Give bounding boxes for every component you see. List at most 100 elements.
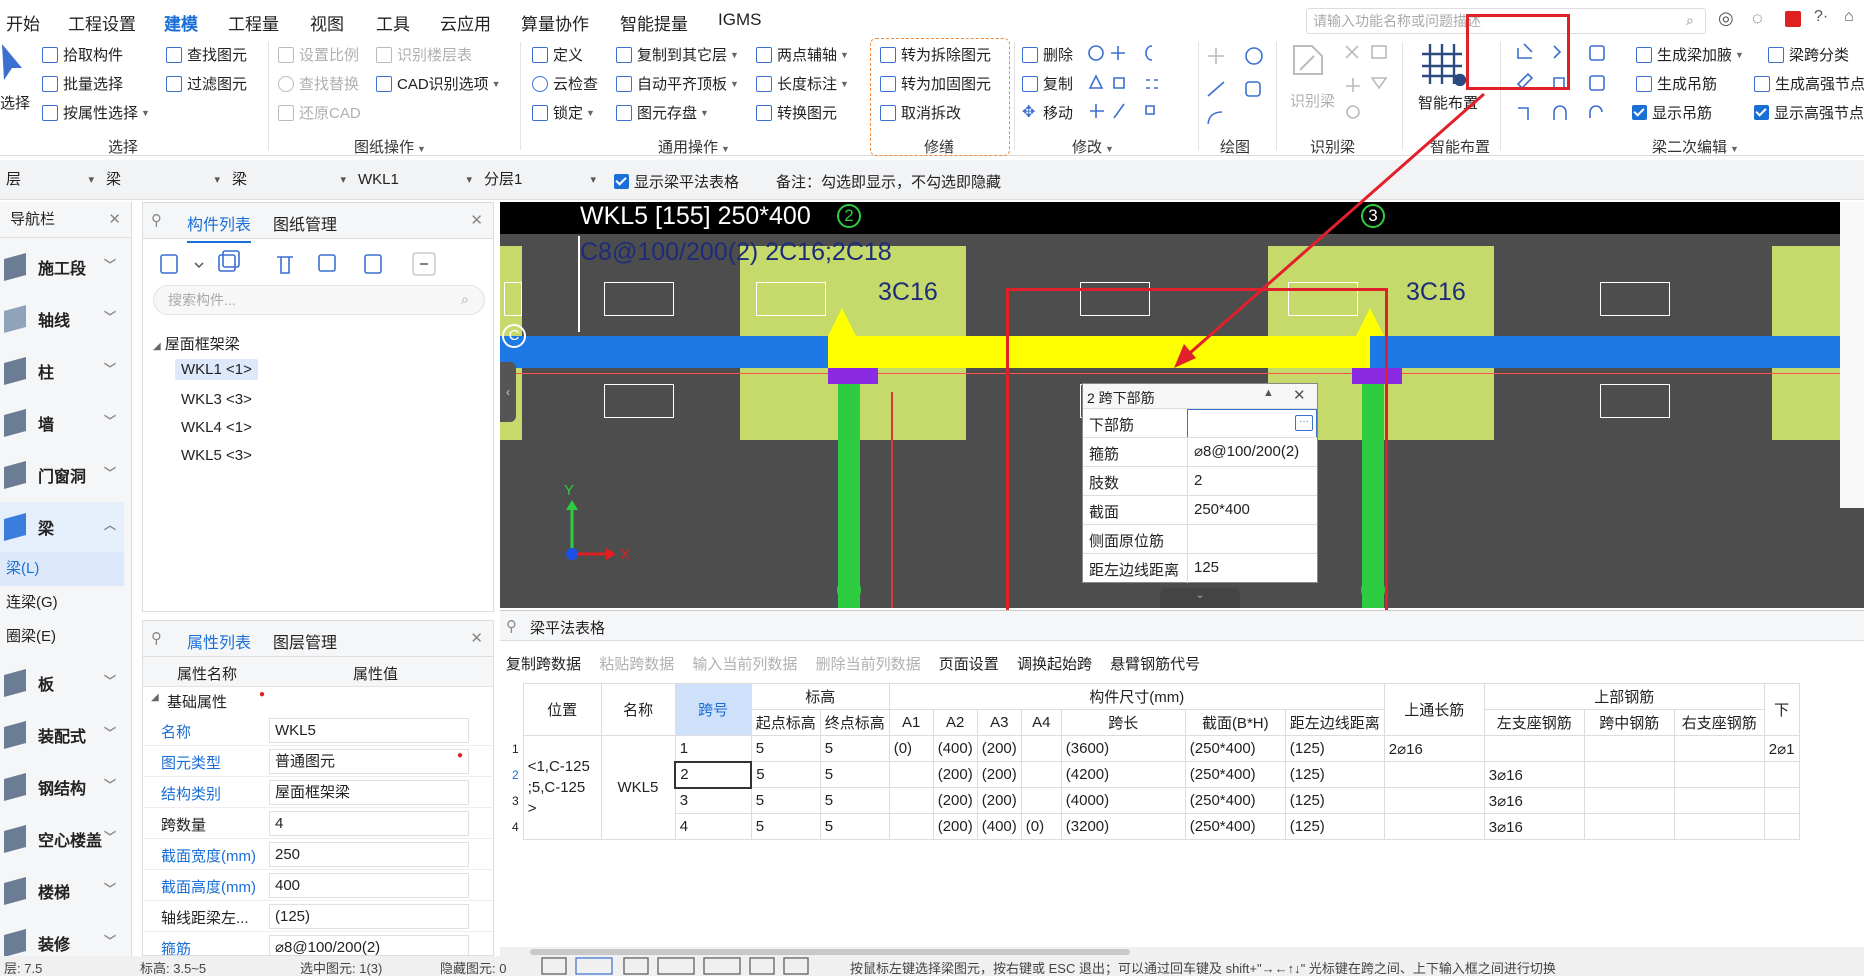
select-by-attr-button[interactable]: 按属性选择 ▼ xyxy=(42,102,150,123)
attr-value-height[interactable]: 400 xyxy=(269,873,469,898)
show-hanger-checkbox[interactable]: 显示吊筋 xyxy=(1632,102,1712,123)
restore-cad-button[interactable]: 还原CAD xyxy=(278,102,361,123)
table-row[interactable]: 1 <1,C-125 ;5,C-125 > WKL5 155 (0) (400)(… xyxy=(508,735,1800,840)
nav-item-stairs[interactable]: 楼梯 ﹀ xyxy=(0,866,124,916)
menu-igms[interactable]: IGMS xyxy=(718,10,761,30)
copy-button[interactable]: 复制 xyxy=(1022,73,1073,94)
attr-value-offset[interactable]: (125) xyxy=(269,904,469,929)
snap-tool-icons[interactable] xyxy=(540,956,840,976)
input-column-button[interactable]: 输入当前列数据 xyxy=(692,656,797,673)
copy-to-layer-button[interactable]: 复制到其它层 ▼ xyxy=(616,44,739,65)
menu-modeling[interactable]: 建模 xyxy=(164,10,198,41)
lock-button[interactable]: 锁定 ▼ xyxy=(532,102,595,123)
type-dropdown[interactable]: 梁 xyxy=(226,168,346,192)
menu-collab[interactable]: 算量协作 xyxy=(521,10,589,35)
beam-haunch-button[interactable]: 生成梁加腋 ▼ xyxy=(1636,44,1744,65)
cad-options-button[interactable]: CAD识别选项 ▼ xyxy=(376,73,501,94)
pick-component-button[interactable]: 拾取构件 xyxy=(42,44,123,65)
menu-view[interactable]: 视图 xyxy=(310,10,344,35)
nav-item-segment[interactable]: 施工段 ﹀ xyxy=(0,242,124,292)
beam-label[interactable]: WKL5 [155] 250*400 xyxy=(580,202,811,231)
nav-sub-beam[interactable]: 梁(L) xyxy=(0,552,124,586)
length-dim-button[interactable]: 长度标注 ▼ xyxy=(756,73,849,94)
define-button[interactable]: 定义 xyxy=(532,44,583,65)
pin-icon[interactable]: ⚲ xyxy=(506,617,517,635)
element-dropdown[interactable]: WKL1 xyxy=(352,168,472,192)
rebar-label-left[interactable]: 3C16 xyxy=(878,278,938,307)
set-scale-button[interactable]: 设置比例 xyxy=(278,44,359,65)
batch-select-button[interactable]: 批量选择 xyxy=(42,73,123,94)
find-element-button[interactable]: 查找图元 xyxy=(166,44,247,65)
scrollbar-thumb[interactable] xyxy=(530,949,1130,955)
tab-layer-manage[interactable]: 图层管理 xyxy=(273,629,337,653)
show-high-strength-checkbox[interactable]: 显示高强节点 xyxy=(1754,102,1864,123)
nav-item-steel[interactable]: 钢结构 ﹀ xyxy=(0,762,124,812)
nav-item-beam[interactable]: 梁 ︿ xyxy=(0,502,124,552)
pin-icon[interactable]: ⚲ xyxy=(151,211,162,229)
tree-item-wkl4[interactable]: WKL4 <1> xyxy=(181,419,252,436)
to-reinforce-button[interactable]: 转为加固图元 xyxy=(880,73,991,94)
tree-item-wkl1[interactable]: WKL1 <1> xyxy=(175,359,258,380)
delete-column-button[interactable]: 删除当前列数据 xyxy=(816,656,921,673)
column-left[interactable] xyxy=(838,382,860,608)
menu-cloud[interactable]: 云应用 xyxy=(440,10,491,35)
user-icon[interactable]: ◎ xyxy=(1718,8,1734,29)
menu-quantity[interactable]: 工程量 xyxy=(228,10,279,35)
nav-item-opening[interactable]: 门窗洞 ﹀ xyxy=(0,450,124,500)
layer-dropdown[interactable]: 分层1 xyxy=(478,168,596,192)
nav-sub-ring-beam[interactable]: 圈梁(E) xyxy=(0,620,124,654)
table-row[interactable]: 4 455 (200) (400) (0) (3200) (250*400) (125)… xyxy=(508,813,1800,840)
to-demolish-button[interactable]: 转为拆除图元 xyxy=(880,44,991,65)
select-button[interactable]: 选择 xyxy=(0,92,30,113)
copy-span-data-button[interactable]: 复制跨数据 xyxy=(506,656,581,673)
tab-component-list[interactable]: 构件列表 xyxy=(187,211,252,243)
swap-start-span-button[interactable]: 调换起始跨 xyxy=(1017,656,1092,673)
nav-item-wall[interactable]: 墙 ﹀ xyxy=(0,398,124,448)
floor-dropdown[interactable]: 层 xyxy=(0,168,94,192)
select-arrow-icon[interactable] xyxy=(0,42,28,82)
span-column-header[interactable]: 跨号 xyxy=(674,683,752,736)
delete-button[interactable]: 删除 xyxy=(1022,44,1073,65)
recognize-beam-icon[interactable] xyxy=(1290,42,1326,78)
attr-value-span-count[interactable]: 4 xyxy=(269,811,469,836)
category-dropdown[interactable]: 梁 xyxy=(100,168,220,192)
collapse-icon[interactable]: ⌂ xyxy=(1844,8,1854,26)
headset-icon[interactable]: ◌ xyxy=(1752,8,1763,29)
two-point-axis-button[interactable]: 两点辅轴 ▼ xyxy=(756,44,849,65)
cloud-check-button[interactable]: 云检查 xyxy=(532,73,598,94)
nav-item-axis[interactable]: 轴线 ﹀ xyxy=(0,294,124,344)
tree-item-wkl3[interactable]: WKL3 <3> xyxy=(181,391,252,408)
table-row[interactable]: 2 255 (200) (200) (4200) (250*400) (125) 3⌀… xyxy=(508,760,1800,789)
nav-item-prefab[interactable]: 装配式 ﹀ xyxy=(0,710,124,760)
gen-hanger-button[interactable]: 生成吊筋 xyxy=(1636,73,1717,94)
calculator-icon[interactable] xyxy=(1785,11,1801,27)
filter-element-button[interactable]: 过滤图元 xyxy=(166,73,247,94)
save-element-button[interactable]: 图元存盘 ▼ xyxy=(616,102,709,123)
stirrup-label[interactable]: C8@100/200(2) 2C16;2C18 xyxy=(580,238,892,267)
menu-project-settings[interactable]: 工程设置 xyxy=(68,10,136,35)
tab-attribute-list[interactable]: 属性列表 xyxy=(187,629,252,661)
tree-item-wkl5[interactable]: WKL5 <3> xyxy=(181,447,252,464)
nav-item-hollow-floor[interactable]: 空心楼盖 ﹀ xyxy=(0,814,124,864)
attr-value-stirrup[interactable]: ⌀8@100/200(2) xyxy=(269,935,469,955)
find-replace-button[interactable]: 查找替换 xyxy=(278,73,359,94)
attribute-section-basic[interactable]: ◢ 基础属性 ● xyxy=(143,687,493,715)
menu-start[interactable]: 开始 xyxy=(6,10,40,35)
component-search-input[interactable]: 搜索构件... xyxy=(153,285,485,315)
menu-tools[interactable]: 工具 xyxy=(376,10,410,35)
tree-group-roof-beam[interactable]: ◢ 屋面框架梁 xyxy=(153,333,240,354)
tab-drawing-manage[interactable]: 图纸管理 xyxy=(273,211,337,235)
gen-high-strength-button[interactable]: 生成高强节点 xyxy=(1754,73,1864,94)
close-icon[interactable]: ✕ xyxy=(470,211,483,229)
cantilever-code-button[interactable]: 悬臂钢筋代号 xyxy=(1110,656,1200,673)
close-icon[interactable]: ✕ xyxy=(470,629,483,647)
collapse-left-tab[interactable]: ‹ xyxy=(500,362,516,422)
show-beam-table-checkbox[interactable]: 显示梁平法表格 xyxy=(614,171,739,192)
pin-icon[interactable]: ⚲ xyxy=(151,629,162,647)
attr-value-structure[interactable]: 屋面框架梁 xyxy=(269,780,469,805)
table-row[interactable]: 3 355 (200) (200) (4000) (250*400) (125) 3⌀… xyxy=(508,787,1800,814)
name-cell[interactable]: WKL5 xyxy=(600,735,676,840)
help-icon[interactable]: ?· xyxy=(1814,8,1828,26)
nav-item-column[interactable]: 柱 ﹀ xyxy=(0,346,124,396)
menu-smart-extract[interactable]: 智能提量 xyxy=(620,10,688,35)
